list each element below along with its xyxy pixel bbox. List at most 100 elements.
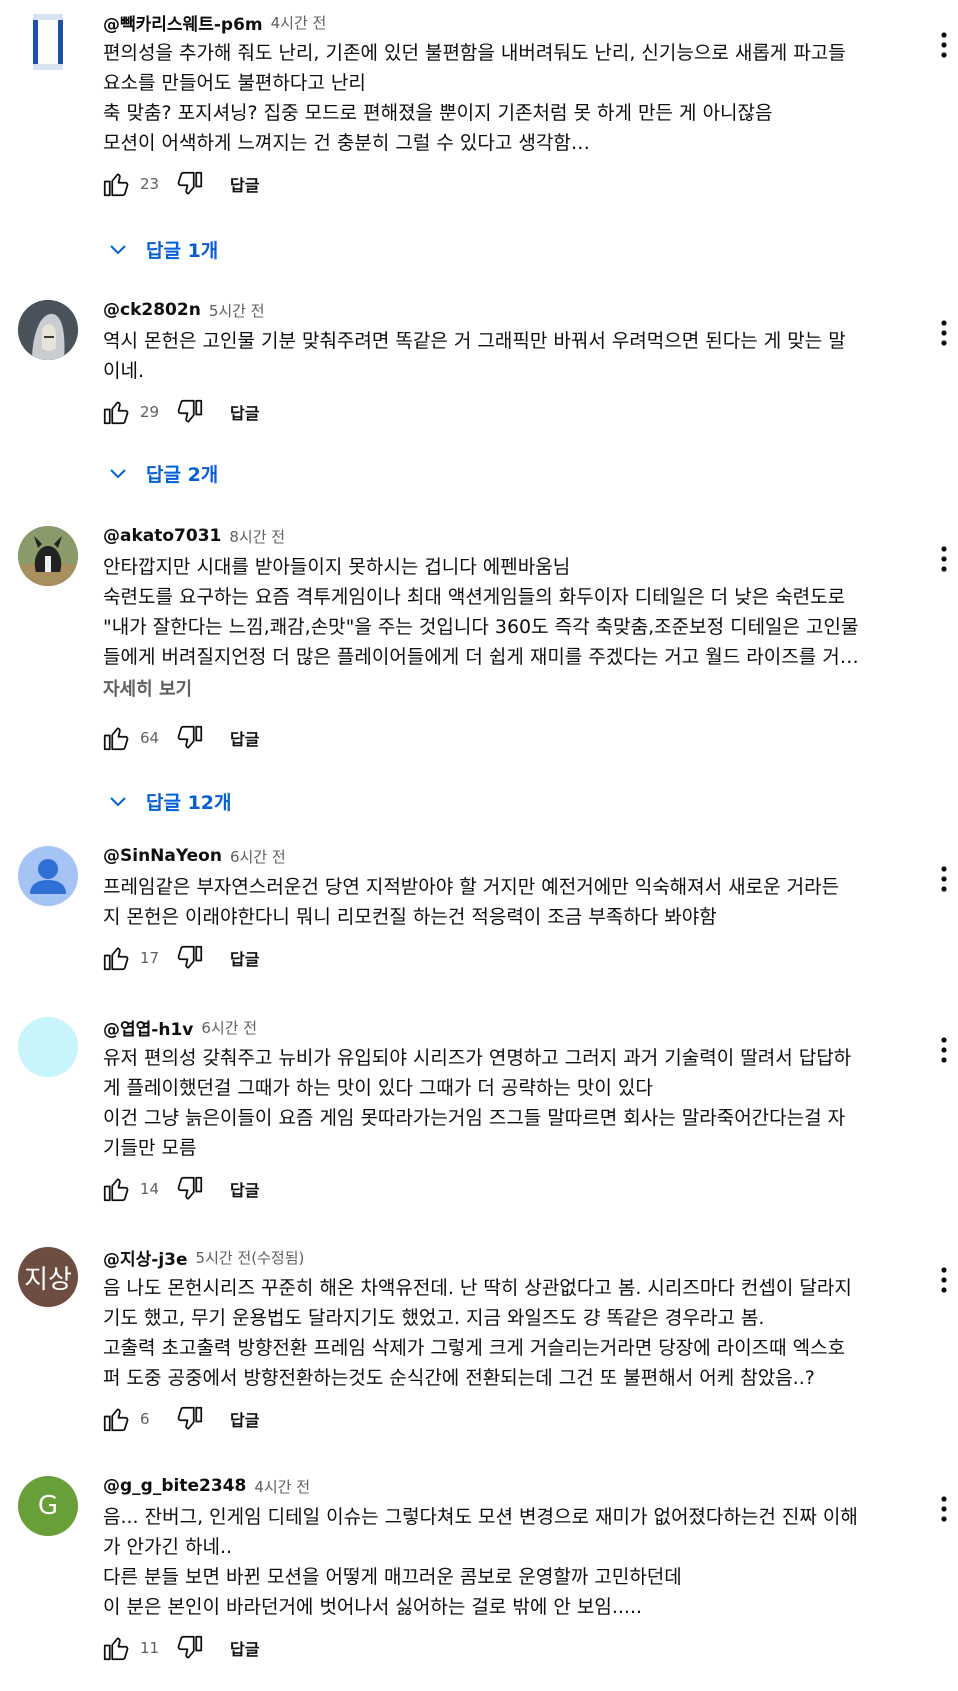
comment-time[interactable]: 5시간 전(수정됨)	[196, 1247, 305, 1268]
like-button[interactable]	[98, 166, 134, 202]
comment-actions: 23 답글	[98, 166, 259, 202]
comment-author[interactable]: @SinNaYeon	[103, 846, 222, 866]
like-button[interactable]	[98, 720, 134, 756]
dislike-button[interactable]	[172, 1630, 208, 1666]
thumbs-down-icon	[177, 171, 203, 195]
comment-line: "내가 잘한다는 느낌,쾌감,손맛"을 주는 것입니다 360도 즉각 축맞춤,…	[103, 616, 859, 638]
comment-time[interactable]: 4시간 전	[271, 12, 327, 33]
solid-color-avatar-image	[18, 1017, 78, 1077]
comment-text: 음 나도 몬헌시리즈 꾸준히 해온 차액유전데. 난 딱히 상관없다고 봄. 시…	[103, 1273, 923, 1393]
comment-line: 음... 잔버그, 인게임 디테일 이슈는 그렇다쳐도 모션 변경으로 재미가 …	[103, 1506, 858, 1528]
dislike-button[interactable]	[172, 166, 208, 202]
like-button[interactable]	[98, 1171, 134, 1207]
more-vert-icon	[941, 320, 947, 346]
comment-line: 지 몬헌은 이래야한다니 뭐니 리모컨질 하는건 적응력이 조금 부족하다 봐야…	[103, 906, 717, 928]
replies-count-label: 답글 12개	[146, 791, 232, 814]
comment-line: 이네.	[103, 360, 144, 382]
thumbs-up-icon	[103, 173, 129, 197]
comment-author[interactable]: @g_g_bite2348	[103, 1476, 246, 1496]
more-vert-icon	[941, 546, 947, 572]
like-button[interactable]	[98, 940, 134, 976]
comment-line: 이 분은 본인이 바라던거에 벗어나서 싫어하는 걸로 밖에 안 보임.....	[103, 1596, 643, 1618]
replies-count-label: 답글 1개	[146, 239, 219, 262]
dog-avatar-image	[18, 526, 78, 586]
reply-button[interactable]: 답글	[230, 1177, 259, 1201]
more-actions-button[interactable]	[934, 864, 954, 894]
reply-button[interactable]: 답글	[230, 946, 259, 970]
avatar[interactable]	[18, 846, 78, 906]
avatar[interactable]	[18, 300, 78, 360]
reply-button[interactable]: 답글	[230, 400, 259, 424]
dislike-button[interactable]	[172, 1171, 208, 1207]
comment-actions: 6 답글	[98, 1401, 259, 1437]
like-button[interactable]	[98, 1401, 134, 1437]
more-vert-icon	[941, 866, 947, 892]
reply-button[interactable]: 답글	[230, 726, 259, 750]
comment-author[interactable]: @지상-j3e	[103, 1245, 188, 1270]
comment-line: 역시 몬헌은 고인물 기분 맞춰주려면 똑같은 거 그래픽만 바꿔서 우려먹으면…	[103, 330, 846, 352]
like-count: 23	[140, 175, 160, 193]
comment-author[interactable]: @빽카리스웨트-p6m	[103, 10, 263, 35]
comment-text: 유저 편의성 갖춰주고 뉴비가 유입되야 시리즈가 연명하고 그러지 과거 기술…	[103, 1043, 923, 1163]
avatar[interactable]: G	[18, 1476, 78, 1536]
dislike-button[interactable]	[172, 720, 208, 756]
thumbs-down-icon	[177, 945, 203, 969]
comment-time[interactable]: 5시간 전	[209, 300, 265, 321]
thumbs-up-icon	[103, 727, 129, 751]
more-actions-button[interactable]	[934, 1494, 954, 1524]
thumbs-up-icon	[103, 1178, 129, 1202]
like-count: 64	[140, 729, 160, 747]
thumbs-down-icon	[177, 1406, 203, 1430]
comment-author[interactable]: @엽엽-h1v	[103, 1015, 193, 1040]
dislike-button[interactable]	[172, 1401, 208, 1437]
view-replies-button[interactable]: 답글 2개	[108, 456, 218, 490]
comment-time[interactable]: 8시간 전	[229, 526, 285, 547]
avatar-initials: 지상	[24, 1264, 72, 1295]
reply-button[interactable]: 답글	[230, 1636, 259, 1660]
more-vert-icon	[941, 1037, 947, 1063]
comment-line: 기들만 모름	[103, 1137, 197, 1159]
like-button[interactable]	[98, 1630, 134, 1666]
avatar[interactable]: 지상	[18, 1247, 78, 1307]
comment-line: 모션이 어색하게 느껴지는 건 충분히 그럴 수 있다고 생각함…	[103, 132, 590, 154]
avatar[interactable]	[18, 1017, 78, 1077]
like-button[interactable]	[98, 394, 134, 430]
comment-actions: 64 답글	[98, 720, 259, 756]
comment-text: 편의성을 추가해 줘도 난리, 기존에 있던 불편함을 내버려둬도 난리, 신기…	[103, 38, 923, 158]
chevron-down-icon	[110, 797, 126, 807]
avatar[interactable]	[18, 526, 78, 586]
comment-author[interactable]: @ck2802n	[103, 300, 201, 320]
view-replies-button[interactable]: 답글 12개	[108, 784, 232, 818]
more-actions-button[interactable]	[934, 318, 954, 348]
avatar[interactable]	[28, 12, 68, 72]
more-actions-button[interactable]	[934, 1265, 954, 1295]
chevron-down-icon	[110, 245, 126, 255]
comment-line: 유저 편의성 갖춰주고 뉴비가 유입되야 시리즈가 연명하고 그러지 과거 기술…	[103, 1047, 852, 1069]
comment-time[interactable]: 4시간 전	[254, 1476, 310, 1497]
more-actions-button[interactable]	[934, 1035, 954, 1065]
view-replies-button[interactable]: 답글 1개	[108, 232, 218, 266]
reply-button[interactable]: 답글	[230, 1407, 259, 1431]
like-count: 6	[140, 1410, 150, 1428]
dislike-button[interactable]	[172, 940, 208, 976]
reply-button[interactable]: 답글	[230, 172, 259, 196]
thumbs-up-icon	[103, 947, 129, 971]
thumbs-down-icon	[177, 1176, 203, 1200]
comment-author[interactable]: @akato7031	[103, 526, 221, 546]
comment-line: 다른 분들 보면 바뀐 모션을 어떻게 매끄러운 콤보로 운영할까 고민하던데	[103, 1566, 682, 1588]
comment-text: 안타깝지만 시대를 받아들이지 못하시는 겁니다 에펜바움님 숙련도를 요구하는…	[103, 552, 923, 672]
read-more-button[interactable]: 자세히 보기	[103, 675, 192, 701]
dislike-button[interactable]	[172, 394, 208, 430]
more-actions-button[interactable]	[934, 544, 954, 574]
comment-time[interactable]: 6시간 전	[230, 846, 286, 867]
more-actions-button[interactable]	[934, 30, 954, 60]
replies-count-label: 답글 2개	[146, 463, 219, 486]
comment-actions: 29 답글	[98, 394, 259, 430]
comment-actions: 17 답글	[98, 940, 259, 976]
thumbs-down-icon	[177, 399, 203, 423]
more-vert-icon	[941, 1496, 947, 1522]
thumbs-down-icon	[177, 725, 203, 749]
comment-line: 기도 했고, 무기 운용법도 달라지기도 했었고. 지금 와일즈도 걍 똑같은 …	[103, 1307, 765, 1329]
comment-time[interactable]: 6시간 전	[201, 1017, 257, 1038]
chevron-down-icon	[110, 469, 126, 479]
